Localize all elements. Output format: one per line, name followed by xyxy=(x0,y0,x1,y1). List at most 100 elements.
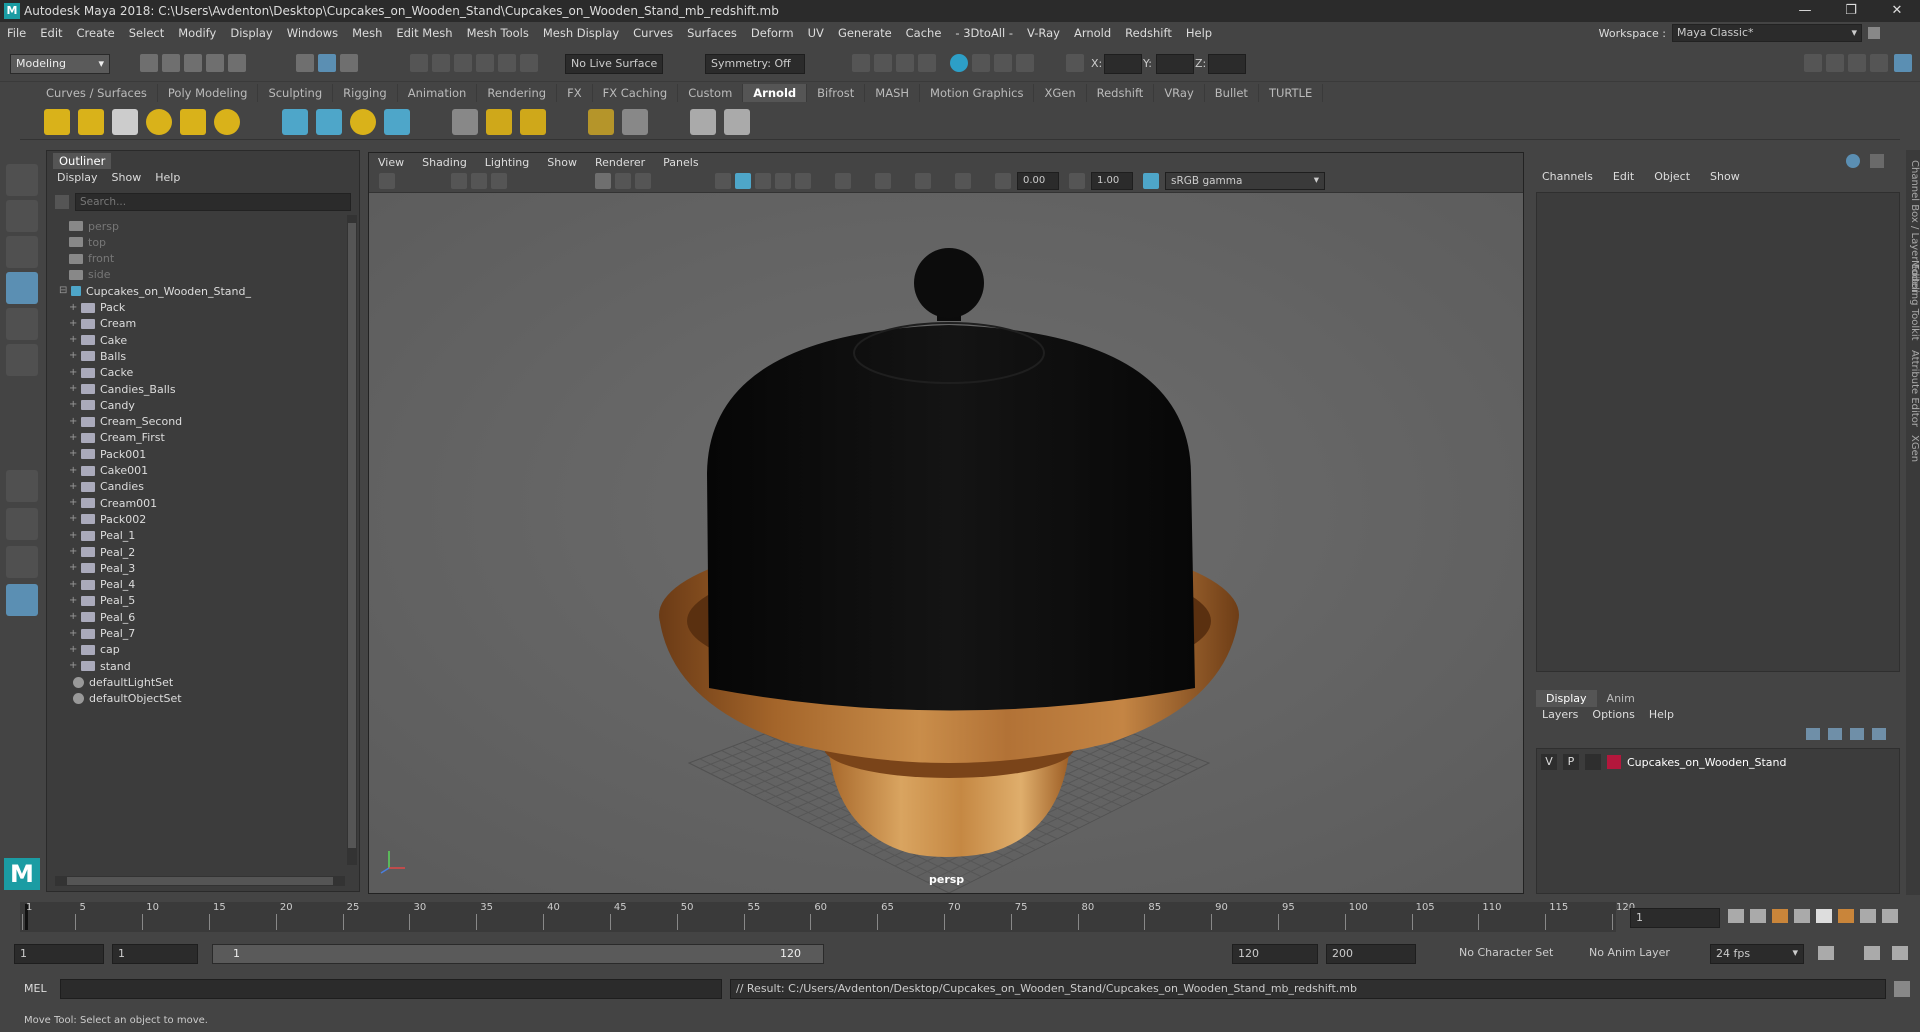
camera-attributes-icon[interactable] xyxy=(451,173,467,189)
x-field[interactable] xyxy=(1104,54,1142,74)
layer-tab[interactable]: Display xyxy=(1536,690,1597,707)
character-set-dropdown[interactable]: No Character Set xyxy=(1454,944,1570,964)
close-button[interactable]: ✕ xyxy=(1874,0,1920,22)
expand-icon[interactable]: + xyxy=(69,644,77,654)
expand-icon[interactable]: + xyxy=(69,384,77,394)
physical-sky-icon[interactable] xyxy=(214,109,240,135)
film-gate-icon[interactable] xyxy=(615,173,631,189)
outliner-item-mesh[interactable]: + stand xyxy=(47,657,347,675)
menu-item[interactable]: Mesh Display xyxy=(536,26,626,40)
maximize-button[interactable]: ❐ xyxy=(1828,0,1874,22)
outliner-item-mesh[interactable]: + Cream xyxy=(47,315,347,333)
menu-item[interactable]: Edit Mesh xyxy=(389,26,459,40)
new-layer-icon[interactable] xyxy=(1850,728,1864,740)
sidebar-toggle-icon[interactable] xyxy=(1804,54,1822,72)
layer-display-type[interactable] xyxy=(1585,754,1601,770)
shelf-tab[interactable]: Custom xyxy=(678,84,744,102)
step-forward-frame-icon[interactable] xyxy=(1838,909,1854,923)
expand-icon[interactable]: + xyxy=(69,595,77,605)
outliner-item-mesh[interactable]: + Candy xyxy=(47,396,347,414)
select-component-icon[interactable] xyxy=(340,54,358,72)
select-object-icon[interactable] xyxy=(318,54,336,72)
channel-box-icon[interactable] xyxy=(1870,54,1888,72)
expand-icon[interactable]: + xyxy=(69,432,77,442)
step-back-key-icon[interactable] xyxy=(1750,909,1766,923)
outliner-item-mesh[interactable]: + Pack001 xyxy=(47,445,347,463)
two-pane-layout-icon[interactable] xyxy=(6,546,38,578)
script-language-label[interactable]: MEL xyxy=(24,982,47,995)
anim-layer-dropdown[interactable]: No Anim Layer xyxy=(1584,944,1694,964)
outliner-item-set[interactable]: defaultObjectSet xyxy=(47,690,347,708)
scrollbar-thumb[interactable] xyxy=(67,877,333,885)
shelf-tab[interactable]: Animation xyxy=(398,84,478,102)
render-frame-icon[interactable] xyxy=(852,54,870,72)
expand-icon[interactable]: + xyxy=(69,449,77,459)
side-tab[interactable]: XGen xyxy=(1906,435,1920,462)
outliner-item-mesh[interactable]: + Pack xyxy=(47,299,347,317)
expand-icon[interactable]: + xyxy=(69,612,77,622)
shelf-tab[interactable]: MASH xyxy=(865,84,921,102)
shelf-tab[interactable]: Bifrost xyxy=(807,84,866,102)
new-layer-selected-icon[interactable] xyxy=(1872,728,1886,740)
shelf-tab[interactable]: FX Caching xyxy=(593,84,679,102)
volume-icon[interactable] xyxy=(384,109,410,135)
undo-icon[interactable] xyxy=(206,54,224,72)
outliner-item-mesh[interactable]: + Candies_Balls xyxy=(47,380,347,398)
move-layer-up-icon[interactable] xyxy=(1806,728,1820,740)
viewport-menu-item[interactable]: Show xyxy=(538,156,586,169)
menu-item[interactable]: Arnold xyxy=(1067,26,1118,40)
expand-icon[interactable]: + xyxy=(69,400,77,410)
expand-icon[interactable]: + xyxy=(69,661,77,671)
channel-box-menu-item[interactable]: Channels xyxy=(1542,170,1593,183)
menu-item[interactable]: Select xyxy=(122,26,171,40)
go-to-start-icon[interactable] xyxy=(1728,909,1744,923)
outliner-item-mesh[interactable]: + Peal_1 xyxy=(47,527,347,545)
layer-menu-item[interactable]: Options xyxy=(1592,708,1634,721)
expand-icon[interactable]: + xyxy=(69,351,77,361)
layer-menu-item[interactable]: Layers xyxy=(1542,708,1578,721)
texture-manager-icon[interactable] xyxy=(452,109,478,135)
move-layer-down-icon[interactable] xyxy=(1828,728,1842,740)
new-scene-icon[interactable] xyxy=(140,54,158,72)
snap-vertex-icon[interactable] xyxy=(520,54,538,72)
outliner-item-camera[interactable]: top xyxy=(47,233,347,251)
viewport-menu-item[interactable]: Lighting xyxy=(476,156,538,169)
shelf-tab[interactable]: Arnold xyxy=(743,84,808,102)
command-input[interactable] xyxy=(60,979,722,999)
shelf-tab[interactable]: Sculpting xyxy=(258,84,334,102)
layer-color-swatch[interactable] xyxy=(1607,755,1621,769)
single-pane-layout-icon[interactable] xyxy=(6,470,38,502)
expand-icon[interactable]: + xyxy=(69,514,77,524)
side-tab[interactable]: Modeling Toolkit xyxy=(1906,260,1920,341)
ipr-render-icon[interactable] xyxy=(896,54,914,72)
outliner-item-mesh[interactable]: + Cream_Second xyxy=(47,413,347,431)
outliner-item-camera[interactable]: persp xyxy=(47,217,347,235)
outliner-item-camera[interactable]: side xyxy=(47,266,347,284)
redo-icon[interactable] xyxy=(228,54,246,72)
expand-icon[interactable]: + xyxy=(69,530,77,540)
shadows-icon[interactable] xyxy=(835,173,851,189)
expand-icon[interactable]: + xyxy=(69,335,77,345)
snap-grid-icon[interactable] xyxy=(410,54,428,72)
menu-item[interactable]: Generate xyxy=(831,26,899,40)
outliner-menu-item[interactable]: Help xyxy=(155,171,180,184)
minimize-button[interactable]: — xyxy=(1782,0,1828,22)
shelf-tab[interactable]: VRay xyxy=(1154,84,1205,102)
image-plane-icon[interactable] xyxy=(491,173,507,189)
expand-icon[interactable]: + xyxy=(69,547,77,557)
menu-item[interactable]: Help xyxy=(1179,26,1219,40)
menu-item[interactable]: Windows xyxy=(280,26,345,40)
menu-item[interactable]: Mesh Tools xyxy=(460,26,536,40)
go-to-end-icon[interactable] xyxy=(1882,909,1898,923)
help-icon[interactable] xyxy=(1846,154,1860,168)
y-field[interactable] xyxy=(1156,54,1194,74)
flush-textures-icon[interactable] xyxy=(486,109,512,135)
z-field[interactable] xyxy=(1208,54,1246,74)
outliner-item-mesh[interactable]: + Cacke xyxy=(47,364,347,382)
select-camera-icon[interactable] xyxy=(379,173,395,189)
mesh-light-icon[interactable] xyxy=(78,109,104,135)
area-light-icon[interactable] xyxy=(44,109,70,135)
bookmark-icon[interactable] xyxy=(471,173,487,189)
photometric-light-icon[interactable] xyxy=(112,109,138,135)
animation-end-field[interactable]: 200 xyxy=(1326,944,1416,964)
